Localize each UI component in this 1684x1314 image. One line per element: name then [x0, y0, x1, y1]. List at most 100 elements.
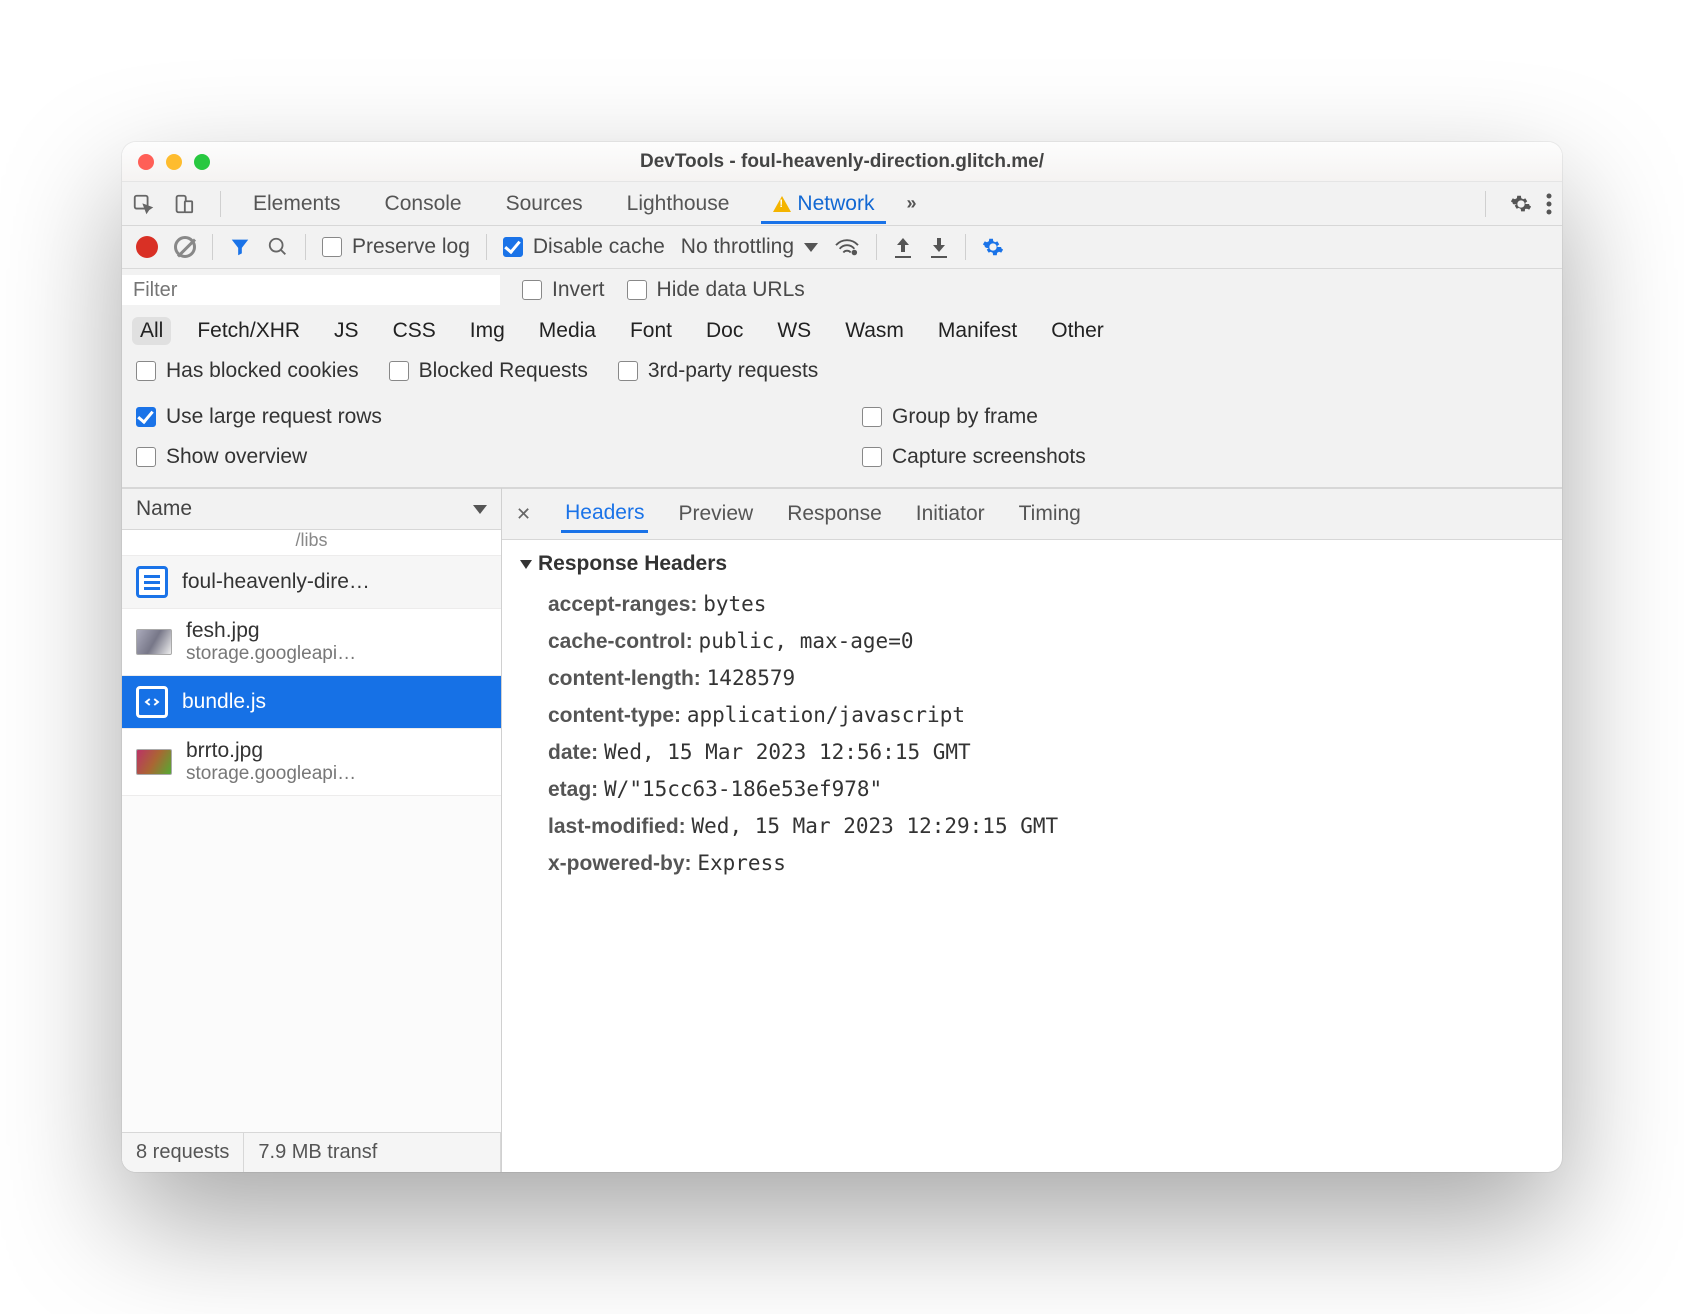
- header-row: date: Wed, 15 Mar 2023 12:56:15 GMT: [520, 734, 1544, 771]
- hide-data-urls-checkbox[interactable]: Hide data URLs: [627, 278, 805, 302]
- sort-caret-icon: [473, 505, 487, 514]
- type-pill-manifest[interactable]: Manifest: [930, 317, 1025, 345]
- capture-screenshots-label: Capture screenshots: [892, 445, 1086, 469]
- preserve-log-checkbox[interactable]: Preserve log: [322, 235, 470, 259]
- invert-checkbox[interactable]: Invert: [522, 278, 605, 302]
- close-window-icon[interactable]: [138, 154, 154, 170]
- upload-har-icon[interactable]: [893, 236, 913, 258]
- image-thumb-icon: [136, 629, 172, 655]
- network-conditions-icon[interactable]: [834, 236, 860, 258]
- checkbox-icon: [862, 447, 882, 467]
- header-value: public, max-age=0: [699, 629, 914, 653]
- maximize-window-icon[interactable]: [194, 154, 210, 170]
- type-pill-wasm[interactable]: Wasm: [837, 317, 912, 345]
- throttling-dropdown[interactable]: No throttling: [681, 235, 818, 259]
- type-pill-other[interactable]: Other: [1043, 317, 1112, 345]
- header-value: Wed, 15 Mar 2023 12:56:15 GMT: [604, 740, 971, 764]
- more-tabs-icon[interactable]: »: [906, 193, 916, 214]
- status-bar: 8 requests 7.9 MB transf: [122, 1132, 501, 1172]
- requests-list: /libs foul-heavenly-dire… fesh.jpg stora…: [122, 530, 501, 1132]
- hide-data-urls-label: Hide data URLs: [657, 278, 805, 302]
- inspect-element-icon[interactable]: [132, 193, 154, 215]
- checkbox-icon: [389, 361, 409, 381]
- header-value: 1428579: [707, 666, 796, 690]
- list-item-selected[interactable]: bundle.js: [122, 676, 501, 729]
- blocked-requests-checkbox[interactable]: Blocked Requests: [389, 359, 588, 383]
- type-pill-font[interactable]: Font: [622, 317, 680, 345]
- details-tab-initiator[interactable]: Initiator: [912, 496, 989, 532]
- list-item[interactable]: fesh.jpg storage.googleapi…: [122, 609, 501, 676]
- capture-screenshots-checkbox[interactable]: Capture screenshots: [862, 445, 1548, 469]
- window-title: DevTools - foul-heavenly-direction.glitc…: [138, 151, 1546, 173]
- network-settings-gear-icon[interactable]: [982, 236, 1004, 258]
- type-pill-js[interactable]: JS: [326, 317, 367, 345]
- extra-filter-row: Has blocked cookies Blocked Requests 3rd…: [122, 351, 1562, 391]
- divider: [876, 234, 877, 260]
- record-button-icon[interactable]: [136, 236, 158, 258]
- tab-elements[interactable]: Elements: [241, 184, 353, 224]
- has-blocked-cookies-label: Has blocked cookies: [166, 359, 359, 383]
- checkbox-icon: [862, 407, 882, 427]
- header-row: content-type: application/javascript: [520, 697, 1544, 734]
- header-key: cache-control:: [548, 630, 693, 653]
- download-har-icon[interactable]: [929, 236, 949, 258]
- divider: [212, 234, 213, 260]
- tab-sources[interactable]: Sources: [494, 184, 595, 224]
- requests-header[interactable]: Name: [122, 488, 501, 530]
- list-item[interactable]: foul-heavenly-dire…: [122, 556, 501, 609]
- header-key: content-length:: [548, 667, 701, 690]
- header-key: accept-ranges:: [548, 593, 697, 616]
- tab-lighthouse[interactable]: Lighthouse: [615, 184, 742, 224]
- divider: [305, 234, 306, 260]
- type-pill-ws[interactable]: WS: [769, 317, 819, 345]
- script-icon: [136, 686, 168, 718]
- group-by-frame-checkbox[interactable]: Group by frame: [862, 405, 1548, 429]
- tab-network[interactable]: Network: [761, 184, 886, 224]
- warning-icon: [773, 196, 791, 212]
- panel-tabs: Elements Console Sources Lighthouse Netw…: [122, 182, 1562, 226]
- clear-icon[interactable]: [174, 236, 196, 258]
- minimize-window-icon[interactable]: [166, 154, 182, 170]
- use-large-rows-checkbox[interactable]: Use large request rows: [136, 405, 822, 429]
- kebab-menu-icon[interactable]: [1546, 193, 1552, 215]
- use-large-rows-label: Use large request rows: [166, 405, 382, 429]
- checkbox-checked-icon: [136, 407, 156, 427]
- filter-funnel-icon[interactable]: [229, 236, 251, 258]
- type-pill-fetchxhr[interactable]: Fetch/XHR: [189, 317, 308, 345]
- list-item[interactable]: brrto.jpg storage.googleapi…: [122, 729, 501, 796]
- settings-gear-icon[interactable]: [1510, 193, 1532, 215]
- type-pill-doc[interactable]: Doc: [698, 317, 751, 345]
- has-blocked-cookies-checkbox[interactable]: Has blocked cookies: [136, 359, 359, 383]
- details-tabs: ✕ Headers Preview Response Initiator Tim…: [502, 488, 1562, 540]
- list-item-truncated[interactable]: /libs: [122, 530, 501, 556]
- preserve-log-label: Preserve log: [352, 235, 470, 259]
- header-value: application/javascript: [687, 703, 965, 727]
- details-tab-preview[interactable]: Preview: [674, 496, 757, 532]
- view-options: Use large request rows Group by frame Sh…: [122, 391, 1562, 488]
- header-key: date:: [548, 741, 598, 764]
- show-overview-checkbox[interactable]: Show overview: [136, 445, 822, 469]
- device-toolbar-icon[interactable]: [172, 193, 194, 215]
- response-headers-section[interactable]: Response Headers: [520, 552, 1544, 576]
- filter-row: Invert Hide data URLs: [122, 269, 1562, 311]
- invert-label: Invert: [552, 278, 605, 302]
- search-icon[interactable]: [267, 236, 289, 258]
- details-tab-timing[interactable]: Timing: [1015, 496, 1085, 532]
- checkbox-icon: [522, 280, 542, 300]
- type-pill-img[interactable]: Img: [462, 317, 513, 345]
- disable-cache-checkbox[interactable]: Disable cache: [503, 235, 665, 259]
- type-pill-all[interactable]: All: [132, 317, 171, 345]
- throttling-label: No throttling: [681, 235, 794, 259]
- file-domain: storage.googleapi…: [186, 643, 356, 665]
- filter-input[interactable]: [122, 275, 500, 305]
- tab-console[interactable]: Console: [373, 184, 474, 224]
- details-body: Response Headers accept-ranges: bytes ca…: [502, 540, 1562, 894]
- details-tab-response[interactable]: Response: [783, 496, 886, 532]
- third-party-checkbox[interactable]: 3rd-party requests: [618, 359, 818, 383]
- checkbox-icon: [136, 447, 156, 467]
- close-details-icon[interactable]: ✕: [516, 504, 535, 525]
- type-pill-media[interactable]: Media: [531, 317, 604, 345]
- type-pill-css[interactable]: CSS: [385, 317, 444, 345]
- details-tab-headers[interactable]: Headers: [561, 495, 648, 533]
- dropdown-caret-icon: [804, 243, 818, 252]
